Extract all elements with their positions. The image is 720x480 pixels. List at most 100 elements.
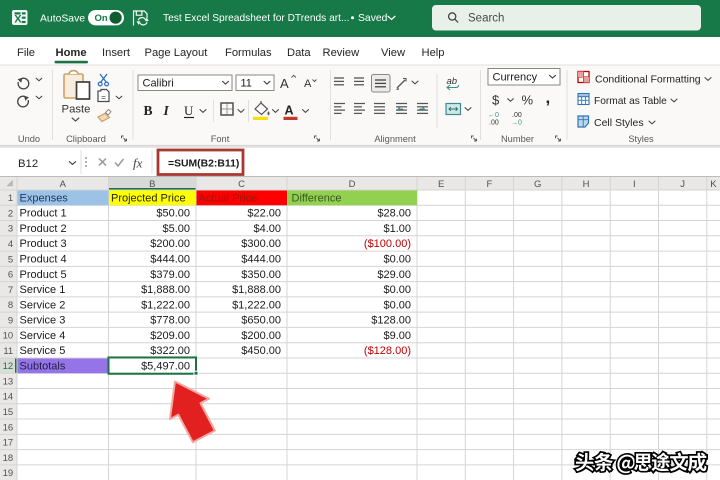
svg-text:$200.00: $200.00 xyxy=(150,238,190,250)
svg-text:File: File xyxy=(17,47,35,59)
svg-text:Conditional Formatting: Conditional Formatting xyxy=(595,74,701,86)
svg-text:13: 13 xyxy=(3,376,14,387)
svg-text:Difference: Difference xyxy=(292,192,342,204)
svg-text:10: 10 xyxy=(3,331,14,342)
svg-text:B: B xyxy=(149,179,155,190)
svg-text:$0.00: $0.00 xyxy=(383,253,411,265)
svg-text:18: 18 xyxy=(3,453,14,464)
svg-text:$0.00: $0.00 xyxy=(383,284,411,296)
svg-text:$1,222.00: $1,222.00 xyxy=(232,299,281,311)
svg-text:Undo: Undo xyxy=(18,134,40,144)
svg-text:Cell Styles: Cell Styles xyxy=(594,117,644,129)
svg-text:Product 2: Product 2 xyxy=(20,223,67,235)
svg-text:A: A xyxy=(60,179,67,190)
svg-text:Clipboard: Clipboard xyxy=(66,134,106,144)
svg-text:16: 16 xyxy=(3,422,14,433)
svg-text:Number: Number xyxy=(501,134,534,144)
svg-text:=SUM(B2:B11): =SUM(B2:B11) xyxy=(168,158,239,169)
svg-text:On: On xyxy=(95,13,108,24)
svg-text:Home: Home xyxy=(56,47,87,59)
svg-text:Paste: Paste xyxy=(62,104,91,116)
svg-text:H: H xyxy=(583,179,590,190)
svg-text:5: 5 xyxy=(8,254,13,265)
svg-text:ab: ab xyxy=(447,76,458,87)
svg-text:$444.00: $444.00 xyxy=(150,253,190,265)
svg-text:Font: Font xyxy=(211,134,230,144)
svg-text:14: 14 xyxy=(3,392,14,403)
svg-text:6: 6 xyxy=(8,270,13,281)
svg-text:11: 11 xyxy=(241,78,252,90)
svg-text:$300.00: $300.00 xyxy=(241,238,281,250)
svg-text:$0.00: $0.00 xyxy=(383,299,411,311)
svg-text:C: C xyxy=(238,179,245,190)
svg-text:7: 7 xyxy=(8,285,13,296)
svg-text:Styles: Styles xyxy=(628,134,654,144)
svg-text:$4.00: $4.00 xyxy=(253,223,281,235)
svg-text:fx: fx xyxy=(133,156,143,171)
svg-text:$650.00: $650.00 xyxy=(241,315,281,327)
svg-text:$1,222.00: $1,222.00 xyxy=(141,299,190,311)
svg-text:$350.00: $350.00 xyxy=(241,269,281,281)
svg-text:AutoSave: AutoSave xyxy=(40,13,85,24)
svg-text:$5,497.00: $5,497.00 xyxy=(141,360,190,372)
svg-text:19: 19 xyxy=(3,468,14,479)
svg-text:→0: →0 xyxy=(511,120,522,127)
svg-text:12: 12 xyxy=(3,361,14,372)
svg-text:Test Excel Spreadsheet for DTr: Test Excel Spreadsheet for DTrends art..… xyxy=(163,13,349,24)
svg-text:Product 5: Product 5 xyxy=(20,269,67,281)
svg-text:Service 5: Service 5 xyxy=(20,345,66,357)
svg-text:Expenses: Expenses xyxy=(20,192,69,204)
svg-text:B: B xyxy=(144,103,153,118)
svg-text:$22.00: $22.00 xyxy=(247,208,281,220)
svg-text:Product 3: Product 3 xyxy=(20,238,67,250)
svg-text:$1,888.00: $1,888.00 xyxy=(141,284,190,296)
svg-text:X: X xyxy=(14,13,22,25)
svg-text:$29.00: $29.00 xyxy=(377,269,411,281)
svg-text:.00: .00 xyxy=(489,120,499,127)
svg-text:1: 1 xyxy=(8,193,13,204)
svg-text:Review: Review xyxy=(323,47,361,59)
svg-text:Actual Price: Actual Price xyxy=(199,192,258,204)
svg-text:K: K xyxy=(710,179,717,190)
svg-text:U: U xyxy=(184,103,194,118)
svg-text:Projected Price: Projected Price xyxy=(111,192,186,204)
svg-text:A: A xyxy=(304,78,312,90)
svg-text:3: 3 xyxy=(8,224,13,235)
svg-text:$209.00: $209.00 xyxy=(150,330,190,342)
svg-text:11: 11 xyxy=(3,346,13,357)
svg-text:$200.00: $200.00 xyxy=(241,330,281,342)
svg-text:$28.00: $28.00 xyxy=(377,208,411,220)
svg-text:Formulas: Formulas xyxy=(225,47,272,59)
svg-text:J: J xyxy=(680,179,685,190)
svg-text:15: 15 xyxy=(3,407,14,418)
svg-text:($100.00): ($100.00) xyxy=(364,238,411,250)
svg-text:Data: Data xyxy=(287,47,311,59)
svg-text:Page Layout: Page Layout xyxy=(145,47,209,59)
svg-text:Service 1: Service 1 xyxy=(20,284,66,296)
svg-text:Service 2: Service 2 xyxy=(20,299,66,311)
svg-text:Service 3: Service 3 xyxy=(20,315,66,327)
svg-text:B12: B12 xyxy=(18,158,38,170)
svg-text:%: % xyxy=(522,93,534,108)
svg-text:2: 2 xyxy=(8,208,13,219)
svg-text:$50.00: $50.00 xyxy=(156,208,190,220)
svg-text:17: 17 xyxy=(3,438,14,449)
svg-text:$778.00: $778.00 xyxy=(150,315,190,327)
svg-text:9: 9 xyxy=(8,315,13,326)
svg-text:4: 4 xyxy=(8,239,13,250)
svg-text:$9.00: $9.00 xyxy=(383,330,411,342)
svg-text:$128.00: $128.00 xyxy=(371,315,411,327)
svg-text:$450.00: $450.00 xyxy=(241,345,281,357)
svg-text:View: View xyxy=(381,47,406,59)
svg-text:$1,888.00: $1,888.00 xyxy=(232,284,281,296)
svg-text:A: A xyxy=(285,104,294,118)
svg-text:($128.00): ($128.00) xyxy=(364,345,411,357)
svg-text:Subtotals: Subtotals xyxy=(20,360,66,372)
svg-text:Saved: Saved xyxy=(358,13,388,24)
svg-text:Currency: Currency xyxy=(493,72,538,84)
svg-text:I: I xyxy=(633,179,636,190)
svg-text:Alignment: Alignment xyxy=(374,134,416,144)
svg-text:Product 4: Product 4 xyxy=(20,253,67,265)
svg-text:.00: .00 xyxy=(512,112,522,119)
svg-text:$5.00: $5.00 xyxy=(162,223,190,235)
